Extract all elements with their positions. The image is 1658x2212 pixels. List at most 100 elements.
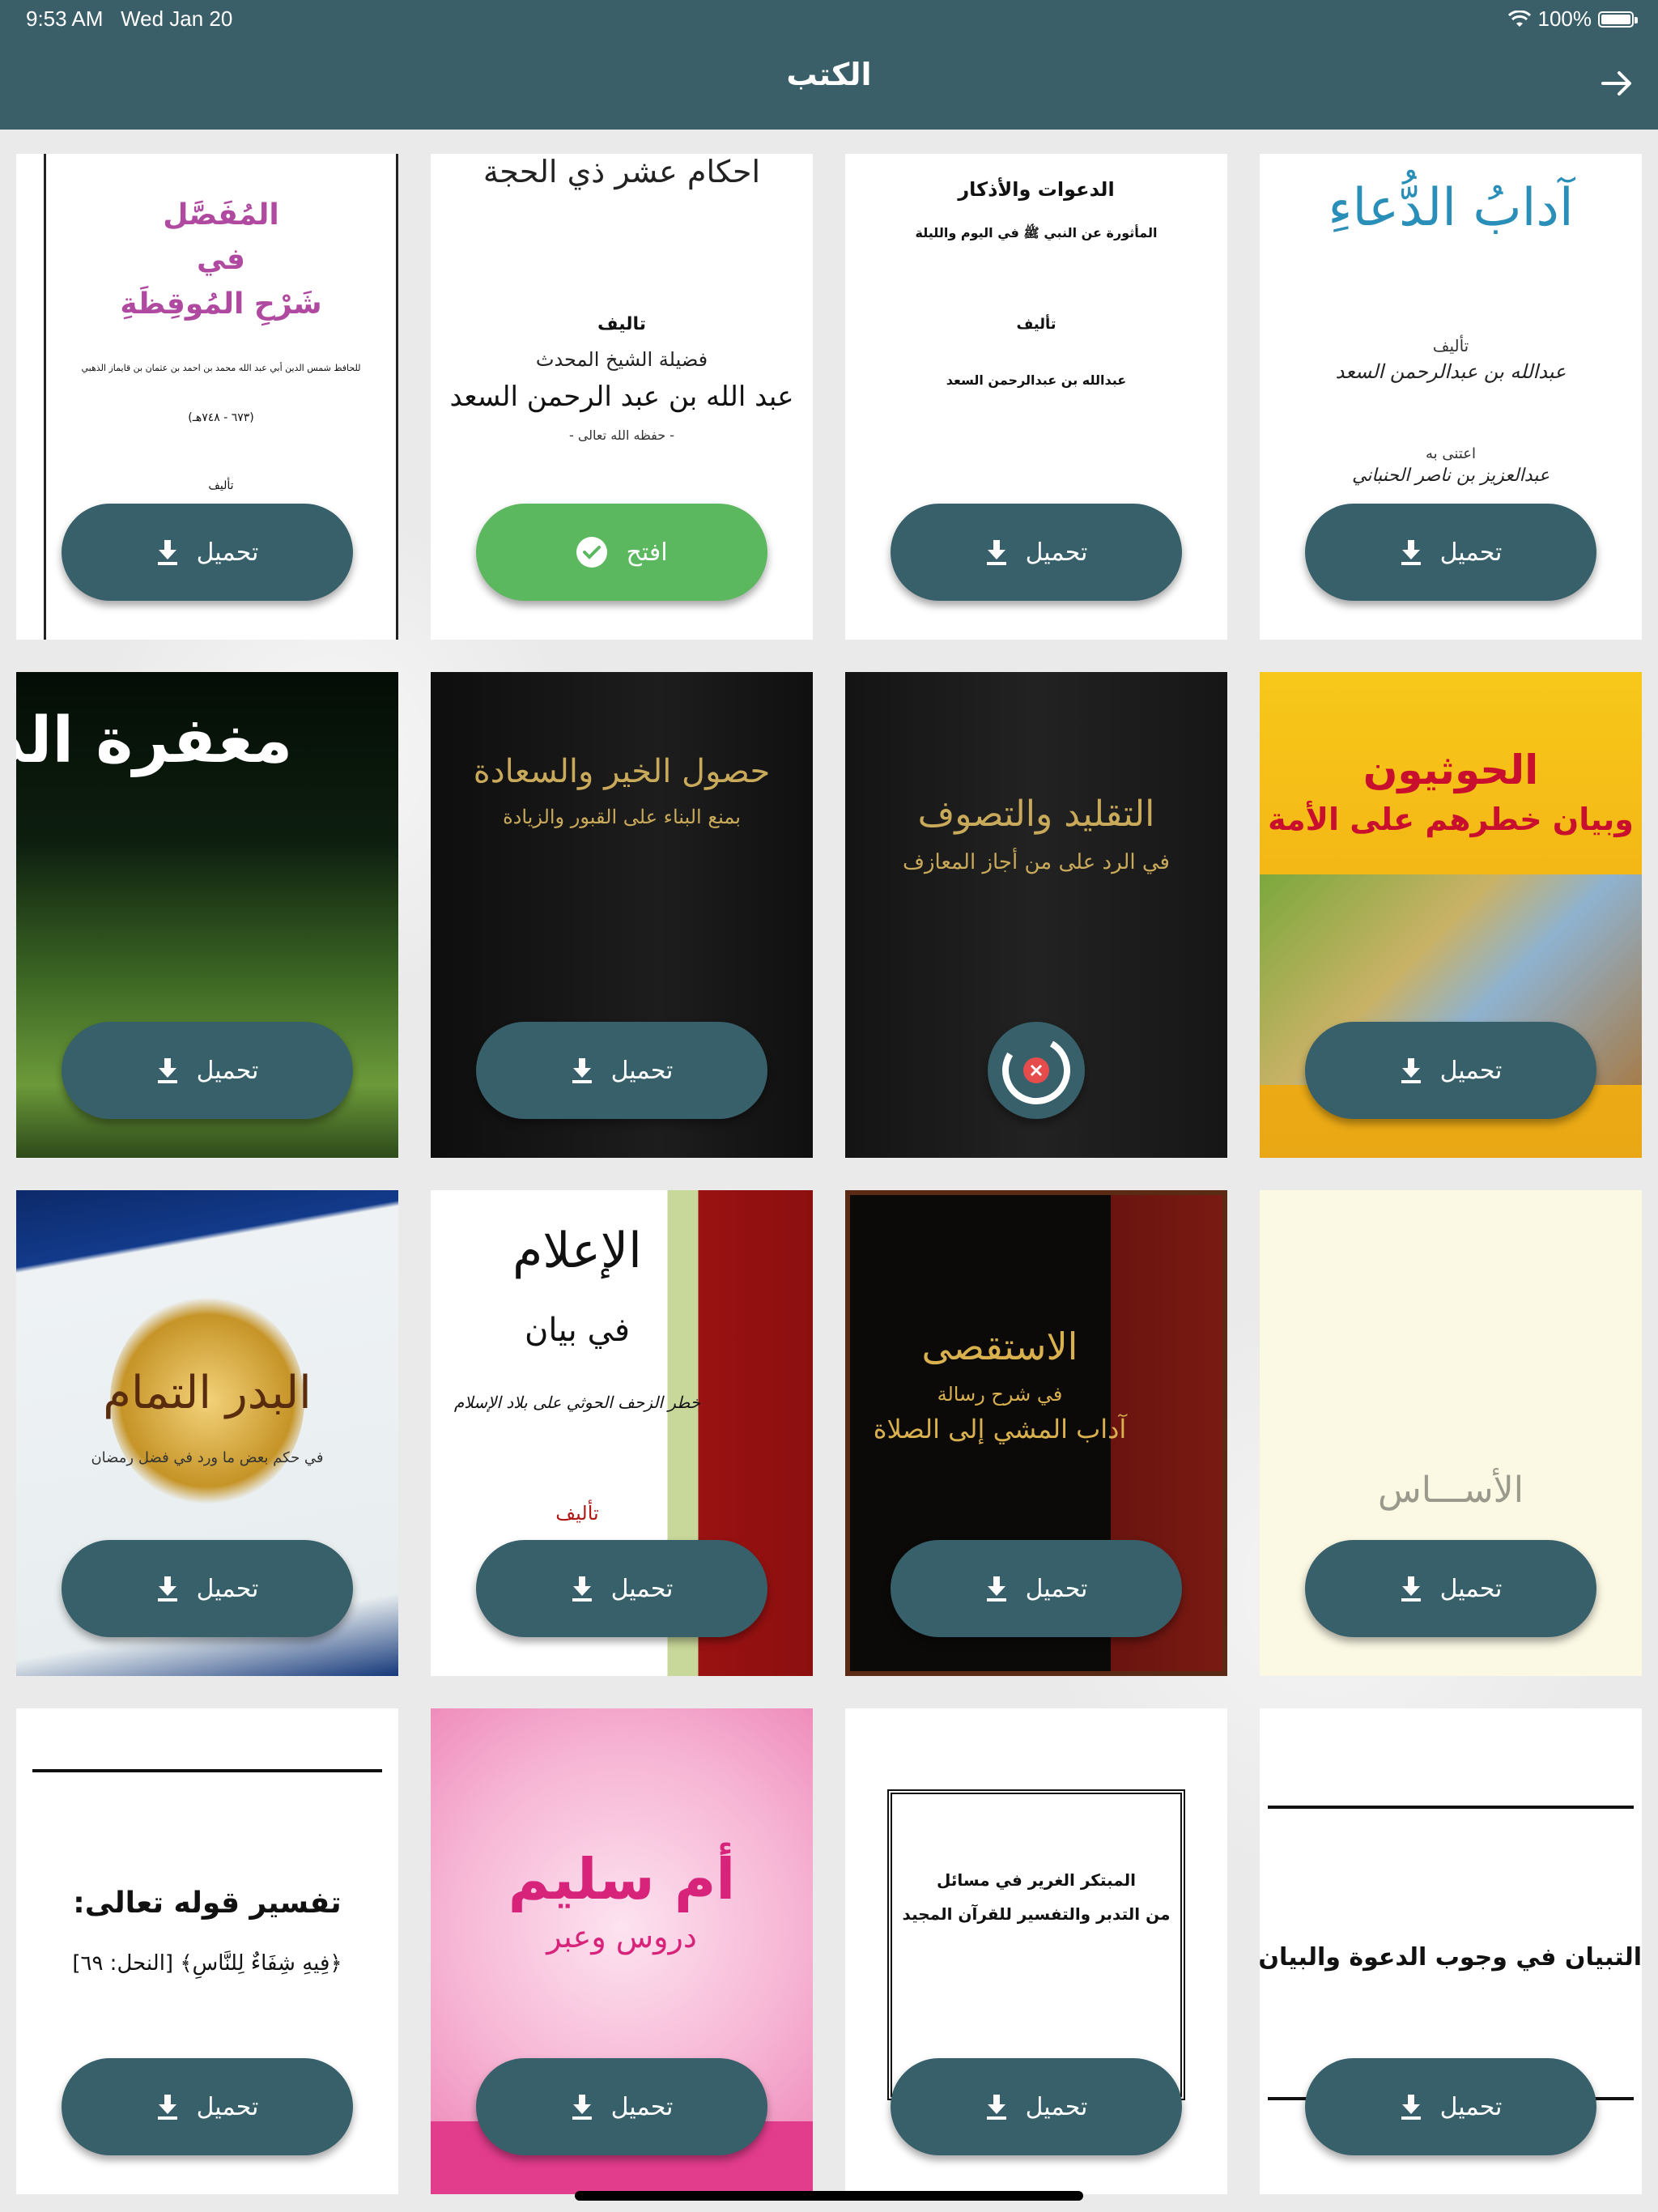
author-blessing: - حفظه الله تعالى - <box>568 428 675 443</box>
author-label: تأليف <box>208 479 234 492</box>
download-label: تحميل <box>610 1574 674 1603</box>
download-label: تحميل <box>196 1574 259 1603</box>
book-card[interactable]: احكام عشر ذي الحجة تاليف فضيلة الشيخ الم… <box>431 154 813 640</box>
book-subtitle: في حكم بعض ما ورد في فضل رمضان <box>91 1449 324 1466</box>
download-label: تحميل <box>1025 538 1088 567</box>
download-label: تحميل <box>196 1056 259 1085</box>
download-progress-icon <box>1002 1036 1070 1104</box>
download-button[interactable]: تحميل <box>62 1022 353 1119</box>
author-intro: فضيلة الشيخ المحدث <box>535 348 708 371</box>
book-subtitle: في بيان <box>525 1312 630 1349</box>
book-title: آدابُ الدُّعاءِ <box>1328 178 1574 238</box>
book-card[interactable]: الإعلام في بيان خطر الزحف الحوثي على بلا… <box>431 1190 813 1676</box>
book-title: الأســـاس <box>1378 1470 1524 1511</box>
book-subtitle-line2: خطر الزحف الحوثي على بلاد الإسلام <box>453 1393 701 1412</box>
download-button[interactable]: تحميل <box>62 504 353 601</box>
download-label: تحميل <box>1439 538 1503 567</box>
download-button[interactable]: تحميل <box>476 1022 767 1119</box>
check-circle-icon <box>576 537 608 568</box>
author-label: تاليف <box>597 314 646 334</box>
book-card[interactable]: التبيان في وجوب الدعوة والبيان تحميل <box>1260 1708 1642 2194</box>
editor-name: عبدالعزيز بن ناصر الحنباني <box>1351 466 1550 486</box>
download-button[interactable]: تحميل <box>1305 2058 1596 2155</box>
download-icon <box>1401 1058 1421 1083</box>
book-card[interactable]: مغفرة الذ تحميل <box>16 672 398 1158</box>
download-icon <box>986 2095 1006 2120</box>
editor-label: اعتنى به <box>1426 445 1476 462</box>
download-button[interactable]: تحميل <box>476 1540 767 1637</box>
home-indicator[interactable] <box>575 2191 1083 2201</box>
books-grid: آدابُ الدُّعاءِ تأليف عبدالله بن عبدالرح… <box>0 0 1658 2212</box>
cancel-download-button[interactable] <box>988 1022 1085 1119</box>
book-card[interactable]: الاستقصى في شرح رسالة آداب المشي إلى الص… <box>845 1190 1227 1676</box>
author-label: تأليف <box>1016 316 1056 333</box>
book-title: البدر التمام <box>103 1367 312 1419</box>
download-icon <box>986 540 1006 565</box>
book-author: عبدالله بن عبدالرحمن السعد <box>946 372 1127 388</box>
download-button[interactable]: تحميل <box>1305 504 1596 601</box>
ornament-line <box>1268 1806 1634 1809</box>
book-title: الحوثيون <box>1363 747 1539 793</box>
book-title: أم سليم <box>508 1846 736 1912</box>
book-card[interactable]: آدابُ الدُّعاءِ تأليف عبدالله بن عبدالرح… <box>1260 154 1642 640</box>
open-label: افتح <box>626 538 668 567</box>
book-card[interactable]: المُفَصَّل في شَرْحِ المُوقِظَةِ للحافظ … <box>16 154 398 640</box>
book-subtitle: المأثورة عن النبي ﷺ في اليوم والليلة <box>915 225 1158 240</box>
download-button[interactable]: تحميل <box>62 1540 353 1637</box>
book-title: الدعوات والأذكار <box>958 178 1115 201</box>
download-icon <box>157 540 177 565</box>
download-icon <box>1401 1576 1421 1602</box>
download-icon <box>986 1576 1006 1602</box>
download-label: تحميل <box>610 2092 674 2121</box>
book-card[interactable]: المبتكر الغرير في مسائل من التدبر والتفس… <box>845 1708 1227 2194</box>
book-subtitle-line2: آداب المشي إلى الصلاة <box>873 1414 1127 1444</box>
download-label: تحميل <box>1439 1056 1503 1085</box>
book-card[interactable]: البدر التمام في حكم بعض ما ورد في فضل رم… <box>16 1190 398 1676</box>
book-dates: (٦٧٣ - ٧٤٨هـ) <box>188 411 254 424</box>
book-title: الإعلام <box>512 1223 642 1279</box>
book-subtitle: ﴿فِيهِ شِفَاءٌ لِلنَّاسِ﴾ [النحل: ٦٩] <box>72 1951 342 1976</box>
download-icon <box>572 1576 592 1602</box>
download-button[interactable]: تحميل <box>1305 1540 1596 1637</box>
open-button[interactable]: افتح <box>476 504 767 601</box>
download-button[interactable]: تحميل <box>62 2058 353 2155</box>
book-card[interactable]: حصول الخير والسعادة بمنع البناء على القب… <box>431 672 813 1158</box>
download-label: تحميل <box>1025 1574 1088 1603</box>
book-title: التبيان في وجوب الدعوة والبيان <box>1260 1943 1642 1972</box>
book-subtitle: بمنع البناء على القبور والزيادة <box>503 806 741 828</box>
book-title: التقليد والتصوف <box>917 793 1155 835</box>
download-icon <box>1401 2095 1421 2120</box>
book-title: تفسير قوله تعالى: <box>73 1887 342 1920</box>
download-icon <box>157 1058 177 1083</box>
download-button[interactable]: تحميل <box>476 2058 767 2155</box>
book-card[interactable]: أم سليم دروس وعبر تحميل <box>431 1708 813 2194</box>
download-label: تحميل <box>196 538 259 567</box>
download-button[interactable]: تحميل <box>891 1540 1182 1637</box>
book-title: احكام عشر ذي الحجة <box>483 154 761 189</box>
book-subtitle: من التدبر والتفسير للقرآن المجيد <box>902 1904 1171 1924</box>
book-title-line2: في <box>197 243 245 276</box>
download-button[interactable]: تحميل <box>891 2058 1182 2155</box>
book-author: عبدالله بن عبدالرحمن السعد <box>1335 360 1567 383</box>
download-label: تحميل <box>610 1056 674 1085</box>
download-label: تحميل <box>1439 1574 1503 1603</box>
download-icon <box>157 1576 177 1602</box>
book-subtitle: وبيان خطرهم على الأمة <box>1268 802 1634 837</box>
book-title: المُفَصَّل <box>163 198 279 232</box>
book-card[interactable]: الدعوات والأذكار المأثورة عن النبي ﷺ في … <box>845 154 1227 640</box>
download-button[interactable]: تحميل <box>891 504 1182 601</box>
download-label: تحميل <box>196 2092 259 2121</box>
book-card[interactable]: تفسير قوله تعالى: ﴿فِيهِ شِفَاءٌ لِلنَّا… <box>16 1708 398 2194</box>
book-card[interactable]: الحوثيون وبيان خطرهم على الأمة تحميل <box>1260 672 1642 1158</box>
download-icon <box>157 2095 177 2120</box>
book-card[interactable]: التقليد والتصوف في الرد على من أجاز المع… <box>845 672 1227 1158</box>
book-subtitle: دروس وعبر <box>546 1919 697 1955</box>
author-label: تأليف <box>555 1502 599 1525</box>
book-subtitle: في الرد على من أجاز المعازف <box>903 850 1170 874</box>
download-icon <box>1401 540 1421 565</box>
book-card[interactable]: الأســـاس تحميل <box>1260 1190 1642 1676</box>
ornament-frame <box>887 1789 1185 2100</box>
book-author: عبد الله بن عبد الرحمن السعد <box>449 381 794 413</box>
download-icon <box>572 1058 592 1083</box>
download-button[interactable]: تحميل <box>1305 1022 1596 1119</box>
